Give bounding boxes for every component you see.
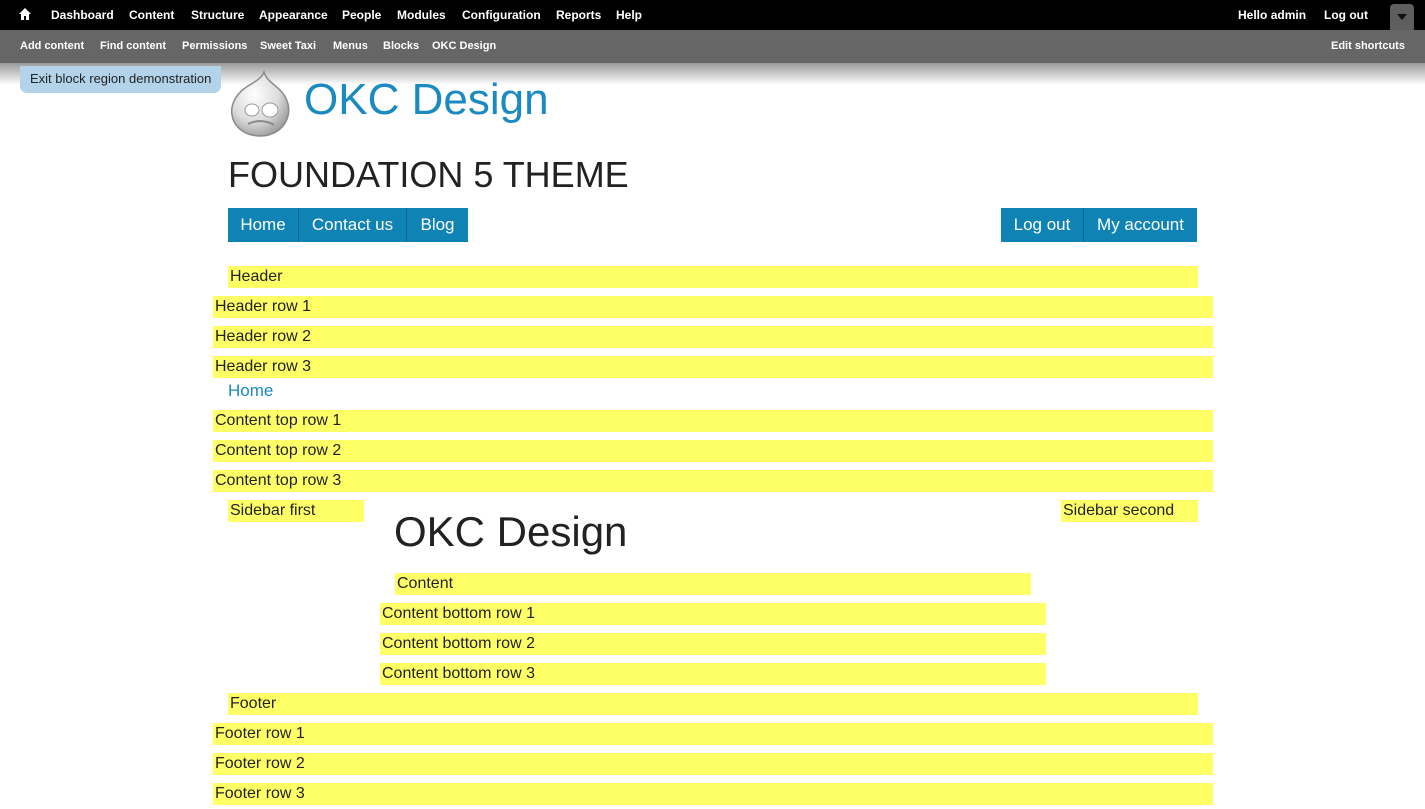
home-icon[interactable] bbox=[18, 7, 32, 21]
region-footer-row-3: Footer row 3 bbox=[213, 783, 1213, 805]
region-footer: Footer bbox=[228, 693, 1198, 715]
region-label: Content bottom row 1 bbox=[382, 605, 535, 622]
region-header-row-1: Header row 1 bbox=[213, 296, 1213, 318]
region-label: Header row 2 bbox=[215, 328, 312, 345]
site-slogan: FOUNDATION 5 THEME bbox=[228, 154, 629, 195]
region-label: Footer row 3 bbox=[215, 785, 305, 802]
site-name-link[interactable]: OKC Design bbox=[304, 75, 549, 125]
exit-block-demo-button[interactable]: Exit block region demonstration bbox=[20, 66, 222, 93]
toolbar-people[interactable]: People bbox=[342, 8, 381, 22]
shortcut-find-content[interactable]: Find content bbox=[100, 40, 166, 52]
region-label: Content bbox=[397, 575, 454, 592]
toolbar-logout[interactable]: Log out bbox=[1324, 8, 1368, 22]
nav-home[interactable]: Home bbox=[228, 208, 298, 242]
nav-blog[interactable]: Blog bbox=[407, 208, 468, 242]
region-content-top-row-2: Content top row 2 bbox=[213, 440, 1213, 462]
admin-toolbar: Dashboard Content Structure Appearance P… bbox=[0, 0, 1425, 30]
shortcut-sweet-taxi[interactable]: Sweet Taxi bbox=[260, 40, 316, 52]
region-content-bottom-row-3: Content bottom row 3 bbox=[380, 663, 1046, 685]
region-sidebar-second: Sidebar second bbox=[1061, 500, 1198, 522]
toolbar-dashboard[interactable]: Dashboard bbox=[51, 8, 114, 22]
toolbar-help[interactable]: Help bbox=[616, 8, 642, 22]
shortcut-bar: Add content Find content Permissions Swe… bbox=[0, 30, 1425, 63]
region-content-top-row-3: Content top row 3 bbox=[213, 470, 1213, 492]
shortcut-permissions[interactable]: Permissions bbox=[182, 40, 247, 52]
shortcut-add-content[interactable]: Add content bbox=[20, 40, 84, 52]
toolbar-appearance[interactable]: Appearance bbox=[259, 8, 328, 22]
toolbar-configuration[interactable]: Configuration bbox=[462, 8, 541, 22]
nav-contact-us[interactable]: Contact us bbox=[299, 208, 406, 242]
region-label: Content top row 2 bbox=[215, 442, 342, 459]
region-label: Footer bbox=[230, 695, 277, 712]
region-label: Header bbox=[230, 268, 283, 285]
region-label: Header row 1 bbox=[215, 298, 312, 315]
chevron-down-icon bbox=[1397, 14, 1407, 20]
page-title: OKC Design bbox=[394, 508, 628, 555]
region-label: Footer row 2 bbox=[215, 755, 305, 772]
shortcut-menus[interactable]: Menus bbox=[333, 40, 368, 52]
breadcrumb-home-link[interactable]: Home bbox=[228, 381, 273, 401]
region-label: Header row 3 bbox=[215, 358, 312, 375]
region-label: Content top row 1 bbox=[215, 412, 342, 429]
region-content-bottom-row-1: Content bottom row 1 bbox=[380, 603, 1046, 625]
nav-log-out[interactable]: Log out bbox=[1001, 208, 1083, 242]
region-label: Content top row 3 bbox=[215, 472, 342, 489]
region-content-bottom-row-2: Content bottom row 2 bbox=[380, 633, 1046, 655]
region-content-top-row-1: Content top row 1 bbox=[213, 410, 1213, 432]
greeting-text: Hello bbox=[1238, 8, 1268, 22]
region-sidebar-first: Sidebar first bbox=[228, 500, 364, 522]
shortcut-okc-design[interactable]: OKC Design bbox=[432, 40, 496, 52]
toolbar-structure[interactable]: Structure bbox=[191, 8, 244, 22]
region-label: Sidebar first bbox=[230, 502, 316, 519]
nav-my-account[interactable]: My account bbox=[1084, 208, 1197, 242]
region-label: Content bottom row 2 bbox=[382, 635, 535, 652]
shortcut-blocks[interactable]: Blocks bbox=[383, 40, 419, 52]
region-label: Sidebar second bbox=[1063, 502, 1175, 519]
drupal-logo-icon[interactable] bbox=[230, 70, 292, 138]
toolbar-reports[interactable]: Reports bbox=[556, 8, 601, 22]
username-link[interactable]: admin bbox=[1271, 8, 1306, 22]
region-footer-row-2: Footer row 2 bbox=[213, 753, 1213, 775]
region-label: Footer row 1 bbox=[215, 725, 305, 742]
user-greeting: Hello admin bbox=[1238, 8, 1306, 22]
region-header-row-3: Header row 3 bbox=[213, 356, 1213, 378]
toolbar-content[interactable]: Content bbox=[129, 8, 174, 22]
region-label: Content bottom row 3 bbox=[382, 665, 535, 682]
region-footer-row-1: Footer row 1 bbox=[213, 723, 1213, 745]
edit-shortcuts-link[interactable]: Edit shortcuts bbox=[1331, 40, 1405, 52]
region-header: Header bbox=[228, 266, 1198, 288]
region-header-row-2: Header row 2 bbox=[213, 326, 1213, 348]
shortcuts-toggle-button[interactable] bbox=[1390, 4, 1414, 30]
toolbar-modules[interactable]: Modules bbox=[397, 8, 446, 22]
region-content: Content bbox=[395, 573, 1031, 595]
